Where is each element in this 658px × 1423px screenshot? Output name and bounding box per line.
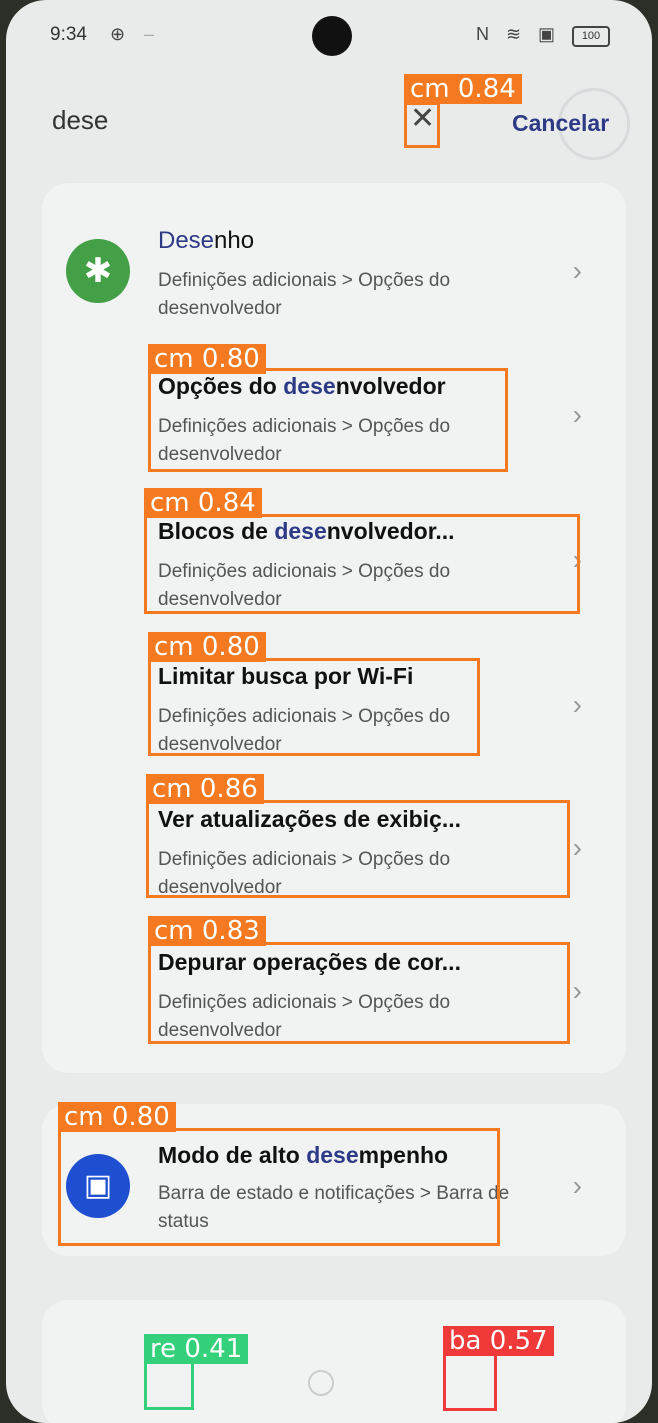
detection-box: [443, 1353, 497, 1411]
cancel-button[interactable]: Cancelar: [512, 110, 609, 137]
detection-box: [144, 1360, 194, 1410]
status-bar: 9:34 ⊕ – N ≋ ▣ 100: [6, 0, 652, 70]
detection-label: cm 0.84: [144, 488, 262, 518]
chevron-right-icon: ›: [572, 975, 582, 1006]
detection-box: [146, 800, 570, 898]
status-time: 9:34: [50, 24, 87, 45]
detection-box: [148, 942, 570, 1044]
result-title: Desenho: [158, 227, 255, 254]
detection-box: [148, 658, 480, 756]
detection-box: [148, 368, 508, 472]
front-camera: [312, 16, 352, 56]
chevron-right-icon: ›: [572, 832, 582, 863]
detection-box: [404, 102, 440, 148]
detection-box: [144, 514, 580, 614]
detection-label: cm 0.80: [148, 632, 266, 662]
sync-icon: ⊕: [110, 24, 126, 44]
result-item[interactable]: ✱ Desenho Definições adicionais > Opções…: [42, 183, 626, 333]
home-button[interactable]: [308, 1370, 334, 1396]
search-input[interactable]: dese: [52, 105, 108, 136]
detection-label: cm 0.80: [148, 344, 266, 374]
detection-box: [58, 1128, 500, 1246]
results-card: ✱ Desenho Definições adicionais > Opções…: [42, 183, 626, 1073]
detection-label: re 0.41: [144, 1334, 249, 1364]
result-subtitle: Definições adicionais > Opções do desenv…: [158, 270, 451, 319]
chevron-right-icon: ›: [572, 689, 582, 720]
battery-level: 100: [581, 30, 601, 42]
chevron-right-icon: ›: [572, 1170, 582, 1201]
battery-icon: 100: [572, 26, 610, 47]
wifi-icon: ≋: [506, 24, 522, 44]
detection-label: cm 0.83: [148, 916, 266, 946]
gear-icon: ✱: [66, 239, 130, 303]
detection-label: ba 0.57: [443, 1326, 554, 1356]
results-card-partial: [42, 1300, 626, 1423]
detection-label: cm 0.80: [58, 1102, 176, 1132]
chevron-right-icon: ›: [572, 399, 582, 430]
chevron-right-icon: ›: [572, 255, 582, 286]
detection-label: cm 0.84: [404, 74, 522, 104]
dash-icon: –: [144, 24, 155, 44]
nfc-icon: N: [476, 24, 489, 44]
sim-icon: ▣: [538, 24, 556, 44]
detection-label: cm 0.86: [146, 774, 264, 804]
